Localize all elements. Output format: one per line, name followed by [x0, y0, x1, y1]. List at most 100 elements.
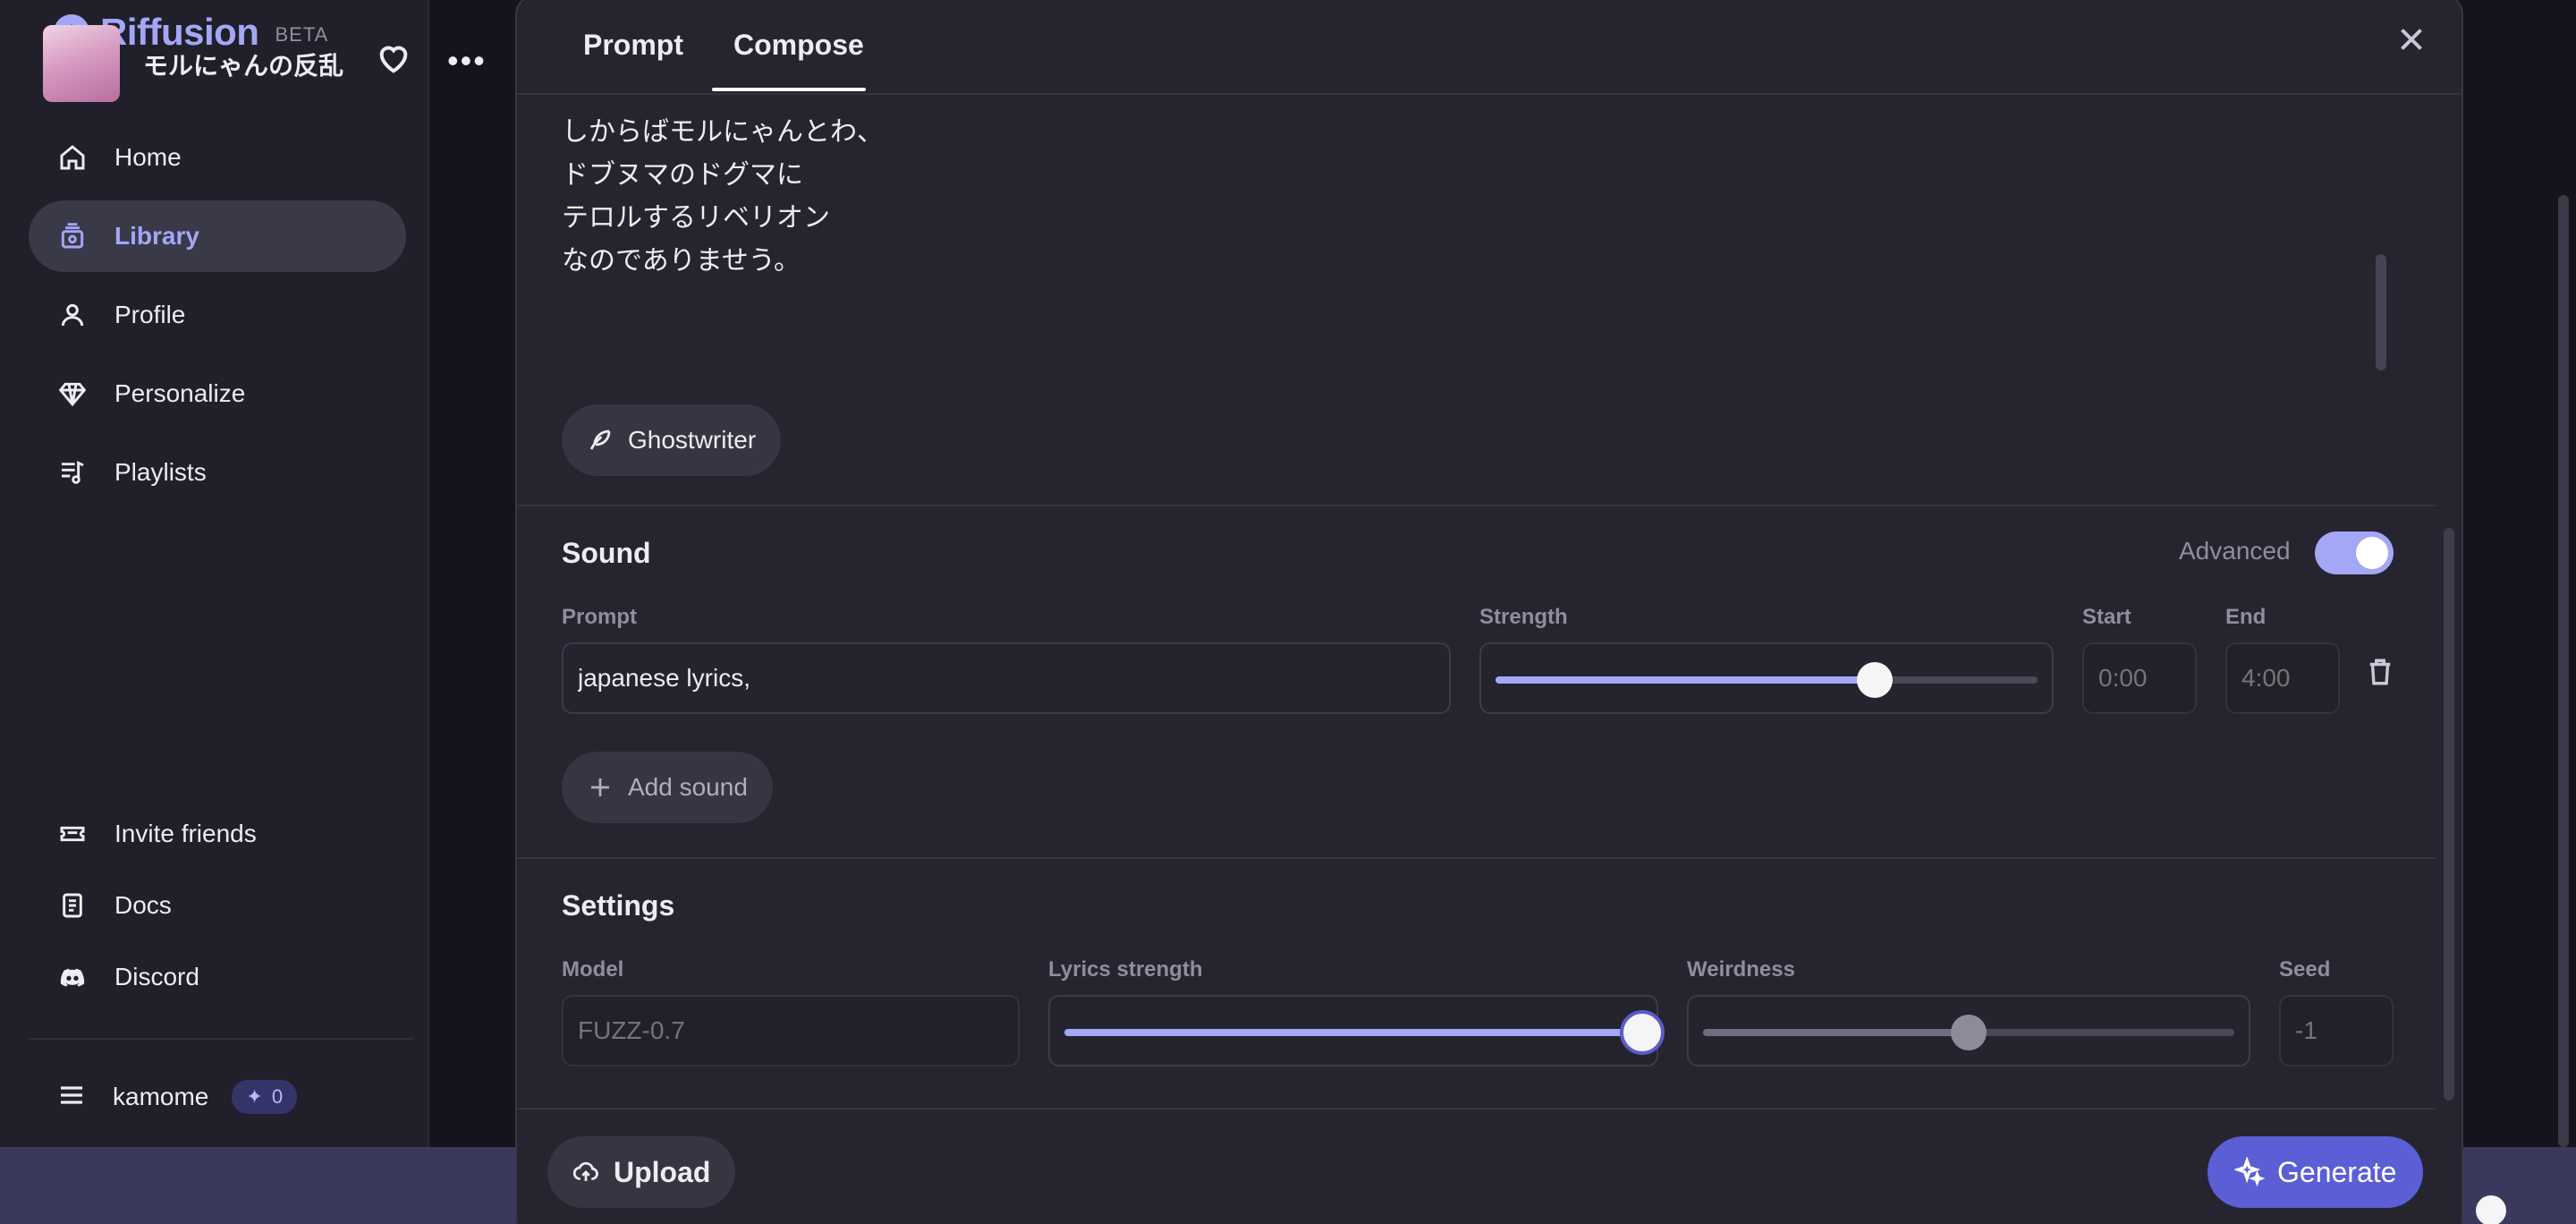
sound-prompt-input[interactable]	[562, 642, 1451, 714]
slider-knob[interactable]	[1620, 1010, 1665, 1055]
sidebar-item-label: Library	[114, 222, 199, 250]
volume-slider-knob[interactable]	[2476, 1195, 2506, 1224]
username: kamome	[113, 1083, 209, 1110]
upload-label: Upload	[614, 1155, 711, 1188]
ticket-icon	[57, 819, 88, 849]
create-song-modal: Prompt Compose しからばモルにゃんとわ、 ドブヌマのドグマに テロ…	[515, 0, 2463, 1224]
settings-section-title: Settings	[562, 889, 675, 922]
sidebar-item-home[interactable]: Home	[29, 122, 406, 193]
sound-section-title: Sound	[562, 537, 651, 569]
end-label: End	[2225, 605, 2267, 629]
seed-input[interactable]	[2279, 995, 2394, 1067]
upload-button[interactable]: Upload	[547, 1136, 736, 1208]
end-time-input[interactable]	[2225, 642, 2340, 714]
sidebar-item-profile[interactable]: Profile	[29, 279, 406, 351]
slider-fill	[1703, 1029, 1969, 1036]
model-label: Model	[562, 957, 624, 982]
tab-compose[interactable]: Compose	[733, 29, 864, 62]
home-icon	[57, 142, 88, 173]
slider-knob[interactable]	[1951, 1015, 1987, 1050]
playlist-icon	[57, 457, 88, 488]
active-tab-indicator	[712, 88, 866, 91]
slider-track	[1496, 662, 2038, 698]
sidebar-item-label: Discord	[114, 963, 199, 990]
advanced-toggle[interactable]	[2315, 531, 2394, 574]
diamond-icon	[57, 378, 88, 409]
plus-icon	[591, 778, 609, 796]
sidebar-item-playlists[interactable]: Playlists	[29, 437, 406, 508]
like-button[interactable]	[376, 41, 415, 81]
app-root: ★ Riffusion BETA Home Library P	[0, 0, 2576, 1224]
ghostwriter-button[interactable]: Ghostwriter	[562, 404, 782, 476]
page-scrollbar[interactable]	[2558, 195, 2569, 1147]
slider-fill	[1064, 1029, 1642, 1036]
sidebar-item-label: Personalize	[114, 379, 246, 407]
heart-icon	[379, 46, 408, 73]
sidebar-item-discord[interactable]: Discord	[29, 945, 406, 1009]
strength-label: Strength	[1479, 605, 1568, 629]
lyrics-line: テロルするリベリオン	[562, 203, 830, 233]
model-select[interactable]	[562, 995, 1020, 1067]
seed-label: Seed	[2279, 957, 2331, 982]
sidebar-item-label: Invite friends	[114, 820, 257, 847]
add-sound-label: Add sound	[628, 773, 748, 801]
lyrics-strength-label: Lyrics strength	[1048, 957, 1203, 982]
generate-button[interactable]: Generate	[2207, 1136, 2424, 1208]
tab-prompt[interactable]: Prompt	[583, 29, 683, 62]
section-divider	[517, 857, 2436, 859]
lyrics-line: しからばモルにゃんとわ、	[562, 117, 884, 147]
start-time-input[interactable]	[2082, 642, 2197, 714]
sidebar-item-invite-friends[interactable]: Invite friends	[29, 802, 406, 866]
slider-knob[interactable]	[1857, 662, 1894, 698]
section-divider	[517, 505, 2436, 506]
trash-icon	[2369, 659, 2391, 685]
track-title[interactable]: モルにゃんの反乱	[143, 47, 343, 82]
ghostwriter-label: Ghostwriter	[628, 426, 757, 454]
sidebar-item-label: Home	[114, 143, 182, 171]
beta-badge: BETA	[275, 23, 329, 46]
hamburger-menu-icon	[57, 1081, 86, 1114]
sidebar: ★ Riffusion BETA Home Library P	[0, 0, 429, 1147]
feather-icon	[589, 429, 611, 450]
secondary-nav: Invite friends Docs Discord	[29, 802, 406, 1016]
advanced-label: Advanced	[2179, 537, 2291, 565]
sparkles-icon	[2234, 1157, 2265, 1187]
sidebar-item-label: Playlists	[114, 458, 207, 486]
lyrics-editor[interactable]: しからばモルにゃんとわ、 ドブヌマのドグマに テロルするリベリオン なのでありま…	[562, 111, 884, 283]
library-icon	[57, 221, 88, 251]
lyrics-scrollbar[interactable]	[2376, 254, 2386, 370]
modal-scrollbar[interactable]	[2444, 528, 2454, 1101]
sidebar-item-docs[interactable]: Docs	[29, 873, 406, 938]
discord-icon	[57, 962, 88, 992]
weirdness-label: Weirdness	[1687, 957, 1795, 982]
sound-prompt-label: Prompt	[562, 605, 637, 629]
lyrics-line: なのでありませう。	[562, 246, 801, 276]
main-nav: Home Library Profile Personalize Playlis…	[29, 122, 406, 515]
lyrics-line: ドブヌマのドグマに	[562, 160, 803, 190]
slider-track	[1064, 1010, 1665, 1055]
add-sound-button[interactable]: Add sound	[562, 752, 773, 823]
start-label: Start	[2082, 605, 2131, 629]
sidebar-item-personalize[interactable]: Personalize	[29, 358, 406, 429]
toggle-knob	[2356, 537, 2388, 569]
close-button[interactable]	[2395, 23, 2431, 59]
slider-fill	[1496, 676, 1876, 684]
user-icon	[57, 300, 88, 330]
sidebar-item-label: Docs	[114, 891, 172, 919]
document-icon	[57, 890, 88, 921]
sidebar-item-label: Profile	[114, 301, 186, 328]
track-cover-art[interactable]	[43, 25, 120, 102]
lyrics-strength-slider[interactable]	[1048, 995, 1665, 1067]
more-options-button[interactable]: •••	[447, 43, 487, 79]
sidebar-divider	[29, 1038, 413, 1040]
party-popper-icon: ✦	[246, 1085, 263, 1108]
strength-slider[interactable]	[1479, 642, 2054, 714]
cloud-upload-icon	[572, 1161, 598, 1181]
credits-count: 0	[271, 1085, 284, 1108]
user-menu[interactable]: kamome ✦ 0	[29, 1065, 298, 1129]
sidebar-item-library[interactable]: Library	[29, 200, 406, 272]
delete-sound-button[interactable]	[2365, 657, 2401, 693]
slider-track	[1703, 1015, 2234, 1050]
credits-badge[interactable]: ✦ 0	[232, 1080, 298, 1114]
weirdness-slider[interactable]	[1687, 995, 2250, 1067]
